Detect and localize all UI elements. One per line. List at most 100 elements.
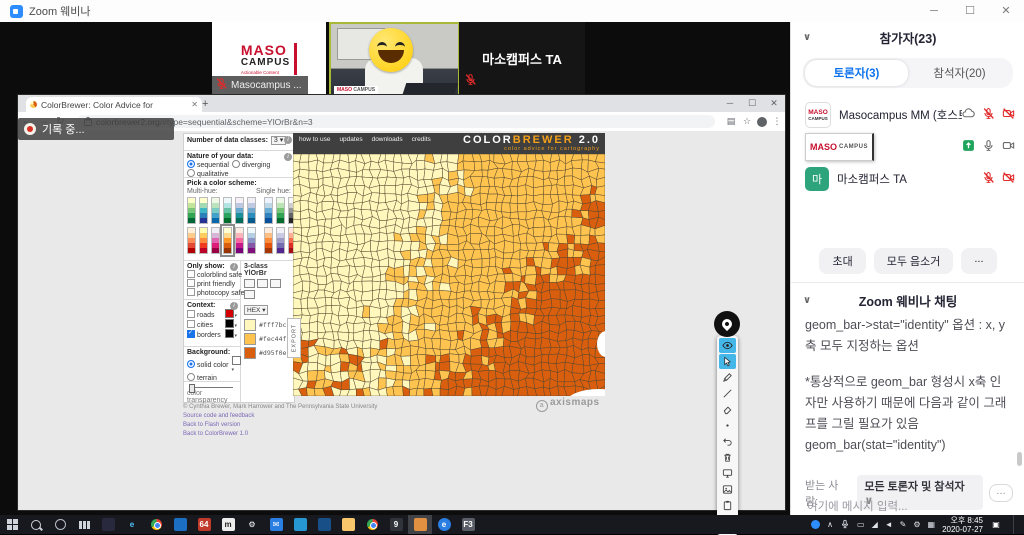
- settings-app[interactable]: ⚙: [240, 515, 264, 534]
- color-scheme-ramp[interactable]: [211, 227, 220, 254]
- file-explorer-app[interactable]: [336, 515, 360, 534]
- collapse-chevron-icon[interactable]: ∨: [803, 295, 811, 306]
- nav-link-credits[interactable]: credits: [412, 136, 431, 143]
- collapse-chevron-icon[interactable]: ∨: [803, 32, 811, 43]
- minimize-button[interactable]: ─: [916, 0, 952, 22]
- notion-app[interactable]: m: [216, 515, 240, 534]
- video-thumbnail-webcam[interactable]: MASO CAMPUS: [329, 22, 460, 99]
- participants-tab-1[interactable]: 참석자(20): [908, 60, 1011, 86]
- video-thumbnail-masocampus[interactable]: MASO CAMPUS Actionable Content Masocampu…: [212, 22, 326, 95]
- eraser-tool[interactable]: [719, 402, 736, 417]
- color-scheme-ramp[interactable]: [211, 197, 220, 224]
- context-option-borders[interactable]: borders: [187, 330, 221, 339]
- copy-icon[interactable]: [257, 279, 268, 288]
- nav-link-downloads[interactable]: downloads: [372, 136, 403, 143]
- taskbar-clock[interactable]: 오후 8:45 2020-07-27: [942, 516, 983, 534]
- more-button[interactable]: ...: [961, 248, 996, 274]
- nature-option-sequential[interactable]: sequential: [187, 162, 229, 169]
- tray-pen[interactable]: ✎: [900, 520, 907, 529]
- show-desktop-button[interactable]: [1013, 515, 1018, 534]
- chrome-app[interactable]: [144, 515, 168, 534]
- nature-option-diverging[interactable]: diverging: [232, 162, 270, 169]
- app-teal[interactable]: [288, 515, 312, 534]
- info-icon[interactable]: i: [284, 136, 292, 144]
- save-icon[interactable]: [244, 290, 255, 299]
- app-f3[interactable]: F3: [456, 515, 480, 534]
- translate-icon[interactable]: ▤: [723, 116, 739, 127]
- chart-icon[interactable]: [270, 279, 281, 288]
- monitor-tool[interactable]: [719, 466, 736, 481]
- context-color-chip[interactable]: ▾: [225, 319, 237, 329]
- background-option-solid-color[interactable]: solid color: [187, 360, 229, 369]
- zoom-app[interactable]: [408, 515, 432, 534]
- line-tool[interactable]: [719, 386, 736, 401]
- color-scheme-ramp[interactable]: [235, 227, 244, 254]
- footer-link[interactable]: Source code and feedback: [183, 412, 377, 421]
- photos-app[interactable]: [96, 515, 120, 534]
- context-color-chip[interactable]: ▾: [225, 329, 237, 339]
- clipboard-tool[interactable]: [719, 498, 736, 513]
- mute-all-button[interactable]: 모두 음소거: [874, 248, 954, 274]
- info-icon[interactable]: i: [284, 153, 292, 161]
- color-scheme-ramp[interactable]: [223, 197, 232, 224]
- close-button[interactable]: ✕: [988, 0, 1024, 22]
- internet-explorer-app[interactable]: e: [120, 515, 144, 534]
- info-icon[interactable]: i: [230, 263, 238, 271]
- participant-row[interactable]: 마마소캠퍼스 TA: [791, 164, 1024, 194]
- color-scheme-ramp[interactable]: [199, 197, 208, 224]
- undo-tool[interactable]: [719, 434, 736, 449]
- footer-link[interactable]: Back to Flash version: [183, 421, 377, 430]
- export-tab[interactable]: EXPORT: [287, 318, 301, 358]
- eye-icon[interactable]: [244, 279, 255, 288]
- notification-center-icon[interactable]: ▣: [990, 518, 1002, 531]
- color-scheme-ramp[interactable]: [199, 227, 208, 254]
- tray-network[interactable]: ◢: [872, 520, 878, 529]
- cursor-tool[interactable]: [719, 354, 736, 369]
- tray-security[interactable]: ⚙: [913, 520, 920, 529]
- eye-tool[interactable]: [719, 338, 736, 353]
- image-tool[interactable]: [719, 482, 736, 497]
- format-select[interactable]: HEX ▾: [244, 305, 268, 315]
- browser-profile-avatar[interactable]: [757, 117, 767, 127]
- tray-display[interactable]: ▭: [857, 520, 865, 529]
- search-button[interactable]: [24, 515, 48, 534]
- context-option-cities[interactable]: cities: [187, 320, 213, 329]
- only-show-option-print-friendly[interactable]: print friendly: [187, 281, 235, 288]
- dot-tool[interactable]: [719, 418, 736, 433]
- participants-tab-0[interactable]: 토론자(3): [805, 60, 908, 86]
- epic-pen-logo[interactable]: [714, 311, 740, 337]
- transparency-slider[interactable]: [189, 387, 233, 388]
- browser-close-button[interactable]: ✕: [763, 95, 785, 112]
- mail-app[interactable]: ✉: [264, 515, 288, 534]
- tray-app-dot[interactable]: [811, 520, 820, 529]
- color-scheme-ramp[interactable]: [187, 227, 196, 254]
- app-64[interactable]: 64: [192, 515, 216, 534]
- app-navy[interactable]: [312, 515, 336, 534]
- only-show-option-photocopy-safe[interactable]: photocopy safe: [187, 290, 244, 297]
- color-scheme-ramp[interactable]: [235, 197, 244, 224]
- maximize-button[interactable]: ☐: [952, 0, 988, 22]
- tab-close-icon[interactable]: ✕: [191, 100, 198, 109]
- context-color-chip[interactable]: ▾: [225, 309, 237, 319]
- tray-chevron-up[interactable]: ∧: [827, 520, 833, 529]
- only-show-option-colorblind-safe[interactable]: colorblind safe: [187, 272, 242, 279]
- chat-input[interactable]: [805, 500, 1009, 514]
- cortana-button[interactable]: [48, 515, 72, 534]
- chat-scrollbar[interactable]: [1017, 452, 1022, 466]
- color-scheme-ramp[interactable]: [264, 227, 273, 254]
- color-scheme-ramp[interactable]: [247, 197, 256, 224]
- nature-option-qualitative[interactable]: qualitative: [187, 171, 229, 178]
- tray-keyboard[interactable]: ▦: [928, 520, 936, 529]
- nav-link-updates[interactable]: updates: [339, 136, 362, 143]
- context-option-roads[interactable]: roads: [187, 310, 215, 319]
- nav-link-how-to-use[interactable]: how to use: [299, 136, 330, 143]
- app-colorful[interactable]: [360, 515, 384, 534]
- participant-row[interactable]: MASOCAMPUS: [791, 130, 1024, 164]
- color-scheme-ramp[interactable]: [187, 197, 196, 224]
- participant-row[interactable]: MASOCAMPUSMasocampus MM (호스트, 나): [791, 100, 1024, 130]
- browser-maximize-button[interactable]: ☐: [741, 95, 763, 112]
- footer-link[interactable]: Back to ColorBrewer 1.0: [183, 430, 377, 439]
- new-tab-button[interactable]: +: [202, 98, 208, 110]
- invite-button[interactable]: 초대: [819, 248, 865, 274]
- trash-tool[interactable]: [719, 450, 736, 465]
